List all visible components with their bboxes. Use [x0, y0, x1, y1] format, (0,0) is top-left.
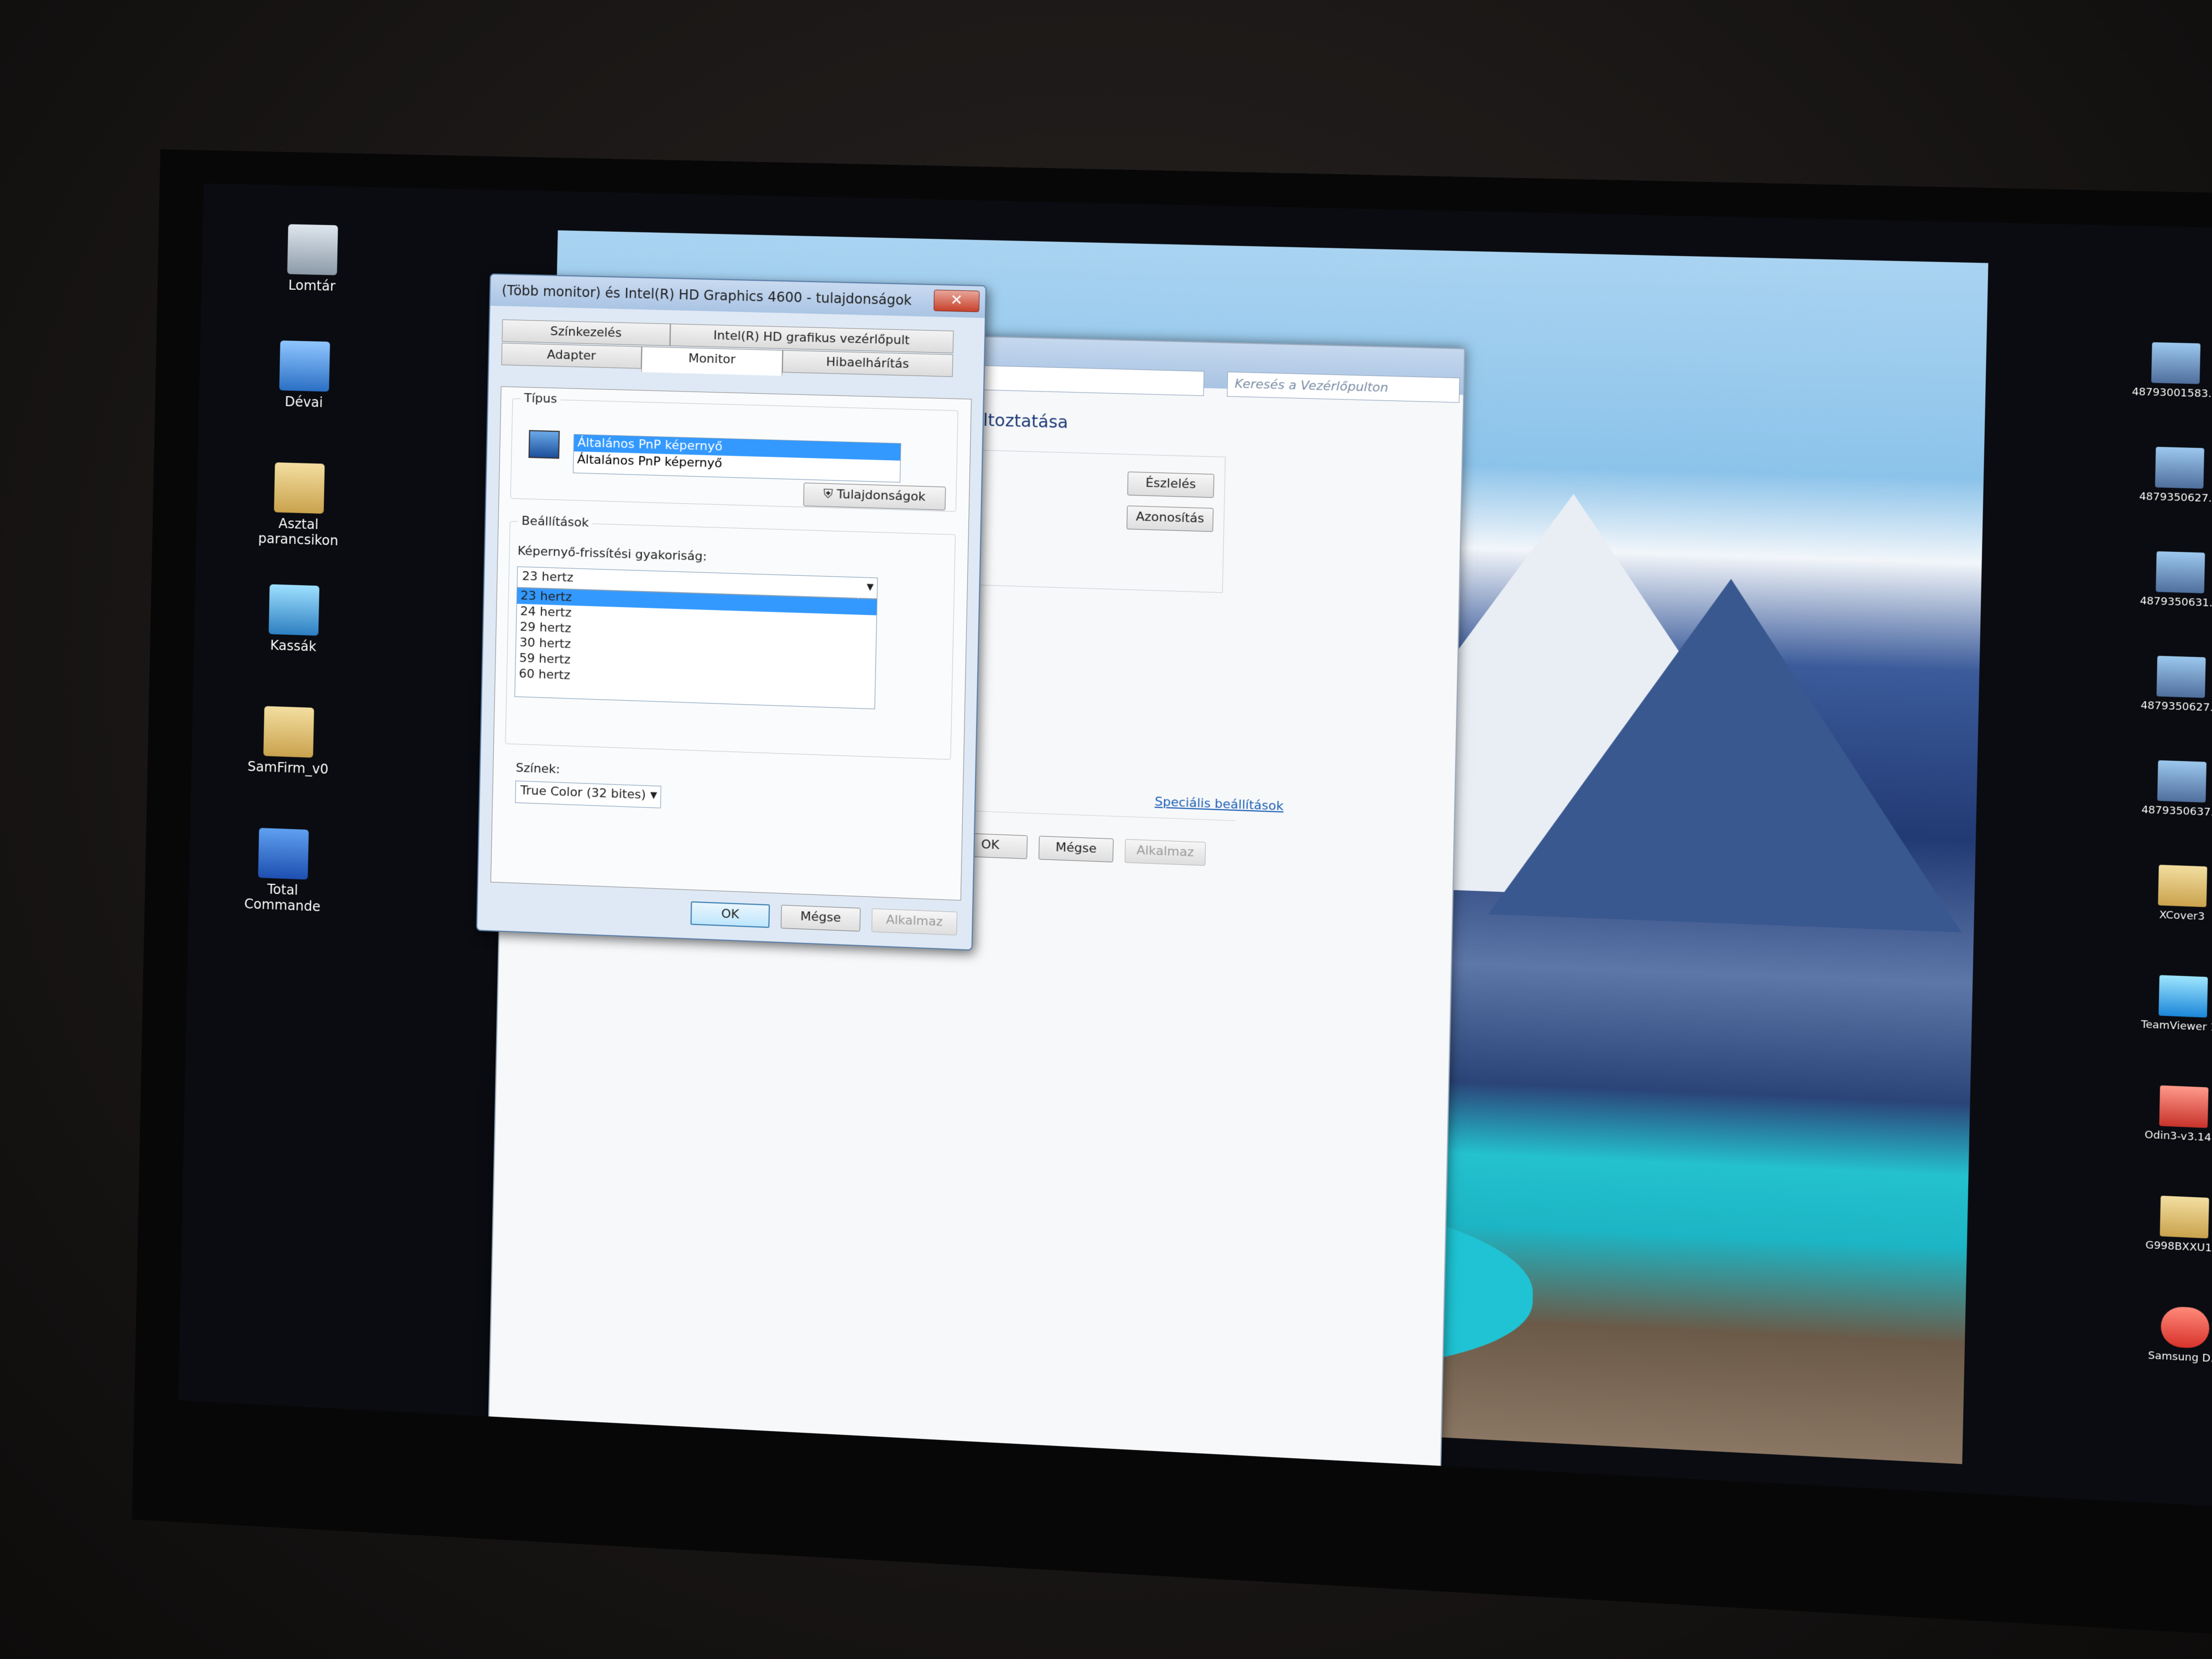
desktop-icon-label: XCover3 — [2159, 909, 2205, 923]
desktop-icon-label: Lomtár — [288, 277, 336, 294]
floppy-icon — [258, 828, 309, 880]
recycle-bin-icon — [287, 224, 338, 275]
colors-label: Színek: — [515, 761, 561, 777]
refresh-rate-dropdown-list[interactable]: 23 hertz 24 hertz 29 hertz 30 hertz 59 h… — [514, 587, 878, 709]
monitor-icon — [528, 430, 560, 459]
desktop-icon-odin[interactable]: Odin3-v3.14... — [2138, 1084, 2212, 1145]
settings-group: Beállítások Képernyő-frissítési gyakoris… — [505, 514, 956, 760]
divider — [948, 810, 1235, 821]
tab-monitor[interactable]: Monitor — [641, 346, 783, 376]
cancel-button[interactable]: Mégse — [780, 905, 861, 932]
desktop-icon-image[interactable]: 4879350631... — [2134, 551, 2212, 610]
folder-icon — [2158, 864, 2208, 907]
desktop-icon-image[interactable]: 4879350627... — [2133, 446, 2212, 505]
desktop-icon-image[interactable]: 4879350637... — [2136, 759, 2212, 819]
monitor-screen: Lomtár Dévai Asztal parancsikon Kassák S… — [178, 183, 2212, 1507]
desktop-icon-label: 4879350637... — [2141, 804, 2212, 819]
desktop-icon-label: Dévai — [284, 394, 324, 411]
folder-icon — [263, 706, 314, 758]
desktop-icon-label: Samsung D... — [2148, 1349, 2212, 1365]
chevron-down-icon: ▼ — [650, 789, 658, 801]
image-icon — [2156, 551, 2205, 593]
monitor-properties-dialog[interactable]: (Több monitor) és Intel(R) HD Graphics 4… — [476, 273, 987, 951]
desktop-icon-image[interactable]: 487930015​83... — [2130, 342, 2212, 400]
close-icon: ✕ — [950, 291, 963, 309]
advanced-settings-link[interactable]: Speciális beállítások — [1155, 795, 1284, 813]
colors-select[interactable]: True Color (32 bites) ▼ — [515, 780, 661, 808]
network-icon — [268, 584, 320, 636]
refresh-rate-value: 23 hertz — [521, 569, 574, 585]
image-icon — [2157, 760, 2207, 803]
teamviewer-icon — [2158, 975, 2208, 1018]
properties-button[interactable]: ⛨ Tulajdonságok — [803, 482, 946, 510]
desktop-icon-label: 4879350627... — [2140, 699, 2212, 714]
monitor-osd-label: HDMI1 2160P@24Hz — [359, 1432, 669, 1482]
cp-apply-button[interactable]: Alkalmaz — [1124, 839, 1206, 866]
identify-button[interactable]: Azonosítás — [1126, 505, 1214, 532]
refresh-rate-label: Képernyő-frissítési gyakoriság: — [517, 544, 707, 564]
colors-value: True Color (32 bites) — [520, 783, 646, 802]
monitor-bezel: Lomtár Dévai Asztal parancsikon Kassák S… — [132, 149, 2212, 1637]
desktop-icon-computer[interactable]: Dévai — [248, 340, 360, 411]
cp-cancel-button[interactable]: Mégse — [1039, 836, 1114, 863]
desktop-icon-network[interactable]: Kassák — [238, 583, 349, 656]
desktop-icon-label: G998BXXU1... — [2145, 1239, 2212, 1255]
folder-icon — [274, 462, 325, 514]
close-button[interactable]: ✕ — [933, 289, 980, 312]
folder-icon — [2159, 1196, 2209, 1239]
image-icon — [2151, 342, 2201, 384]
desktop-icon-folder[interactable]: Asztal parancsikon — [243, 462, 355, 549]
desktop-icon-label: SamFirm_v0 — [247, 758, 329, 778]
display-group: Észlelés Azonosítás — [953, 449, 1226, 593]
image-icon — [2154, 446, 2205, 489]
dex-icon — [2160, 1306, 2210, 1349]
desktop-icon-label: 487930015​83... — [2132, 385, 2212, 400]
desktop-icon-label: Odin3-v3.14... — [2145, 1129, 2212, 1145]
mouse-cursor-icon — [858, 585, 865, 599]
image-icon — [2156, 655, 2206, 698]
desktop-icon-total-commander[interactable]: Total Commande — [227, 827, 340, 915]
desktop-icon-label: 4879350631... — [2140, 594, 2212, 610]
desktop-icon-label: Asztal parancsikon — [258, 515, 339, 549]
desktop-icon-folder[interactable]: SamFirm_v0 — [233, 705, 345, 778]
desktop-icon-recycle-bin[interactable]: Lomtár — [257, 223, 369, 295]
settings-group-label: Beállítások — [518, 514, 593, 530]
desktop-icon-folder[interactable]: XCover3 — [2136, 864, 2212, 924]
desktop-icon-dex[interactable]: Samsung D... — [2139, 1305, 2212, 1366]
apply-button[interactable]: Alkalmaz — [871, 908, 958, 936]
tab-color-management[interactable]: Színkezelés — [502, 319, 671, 346]
shield-icon: ⛨ — [823, 487, 837, 502]
odin-icon — [2159, 1085, 2209, 1128]
detect-button[interactable]: Észlelés — [1127, 471, 1214, 498]
desktop-icon-label: Kassák — [270, 637, 317, 655]
type-group-label: Típus — [520, 391, 561, 406]
tab-troubleshoot[interactable]: Hibaelhárítás — [782, 349, 953, 377]
desktop-icon-image[interactable]: 4879350627... — [2135, 655, 2212, 714]
tab-adapter[interactable]: Adapter — [501, 342, 642, 369]
desktop-icon-label: TeamViewer 10 — [2141, 1018, 2212, 1034]
chevron-down-icon: ▼ — [866, 581, 874, 592]
mountain-shape — [1488, 571, 1970, 933]
desktop-icon-folder[interactable]: G998BXXU1... — [2138, 1194, 2212, 1255]
type-group: Típus Általános PnP képernyő Általános P… — [510, 391, 958, 512]
desktop-icon-label: Total Commande — [244, 881, 321, 915]
computer-icon — [279, 340, 330, 392]
monitor-tab-page: Típus Általános PnP képernyő Általános P… — [490, 386, 972, 901]
ok-button[interactable]: OK — [690, 901, 770, 928]
properties-button-label: Tulajdonságok — [836, 487, 926, 504]
desktop-icon-label: 4879350627... — [2139, 490, 2212, 505]
desktop-icon-teamviewer[interactable]: TeamViewer 10 — [2137, 974, 2212, 1034]
search-input[interactable]: Keresés a Vezérlőpulton — [1227, 372, 1460, 403]
monitor-type-list[interactable]: Általános PnP képernyő Általános PnP kép… — [572, 434, 901, 483]
